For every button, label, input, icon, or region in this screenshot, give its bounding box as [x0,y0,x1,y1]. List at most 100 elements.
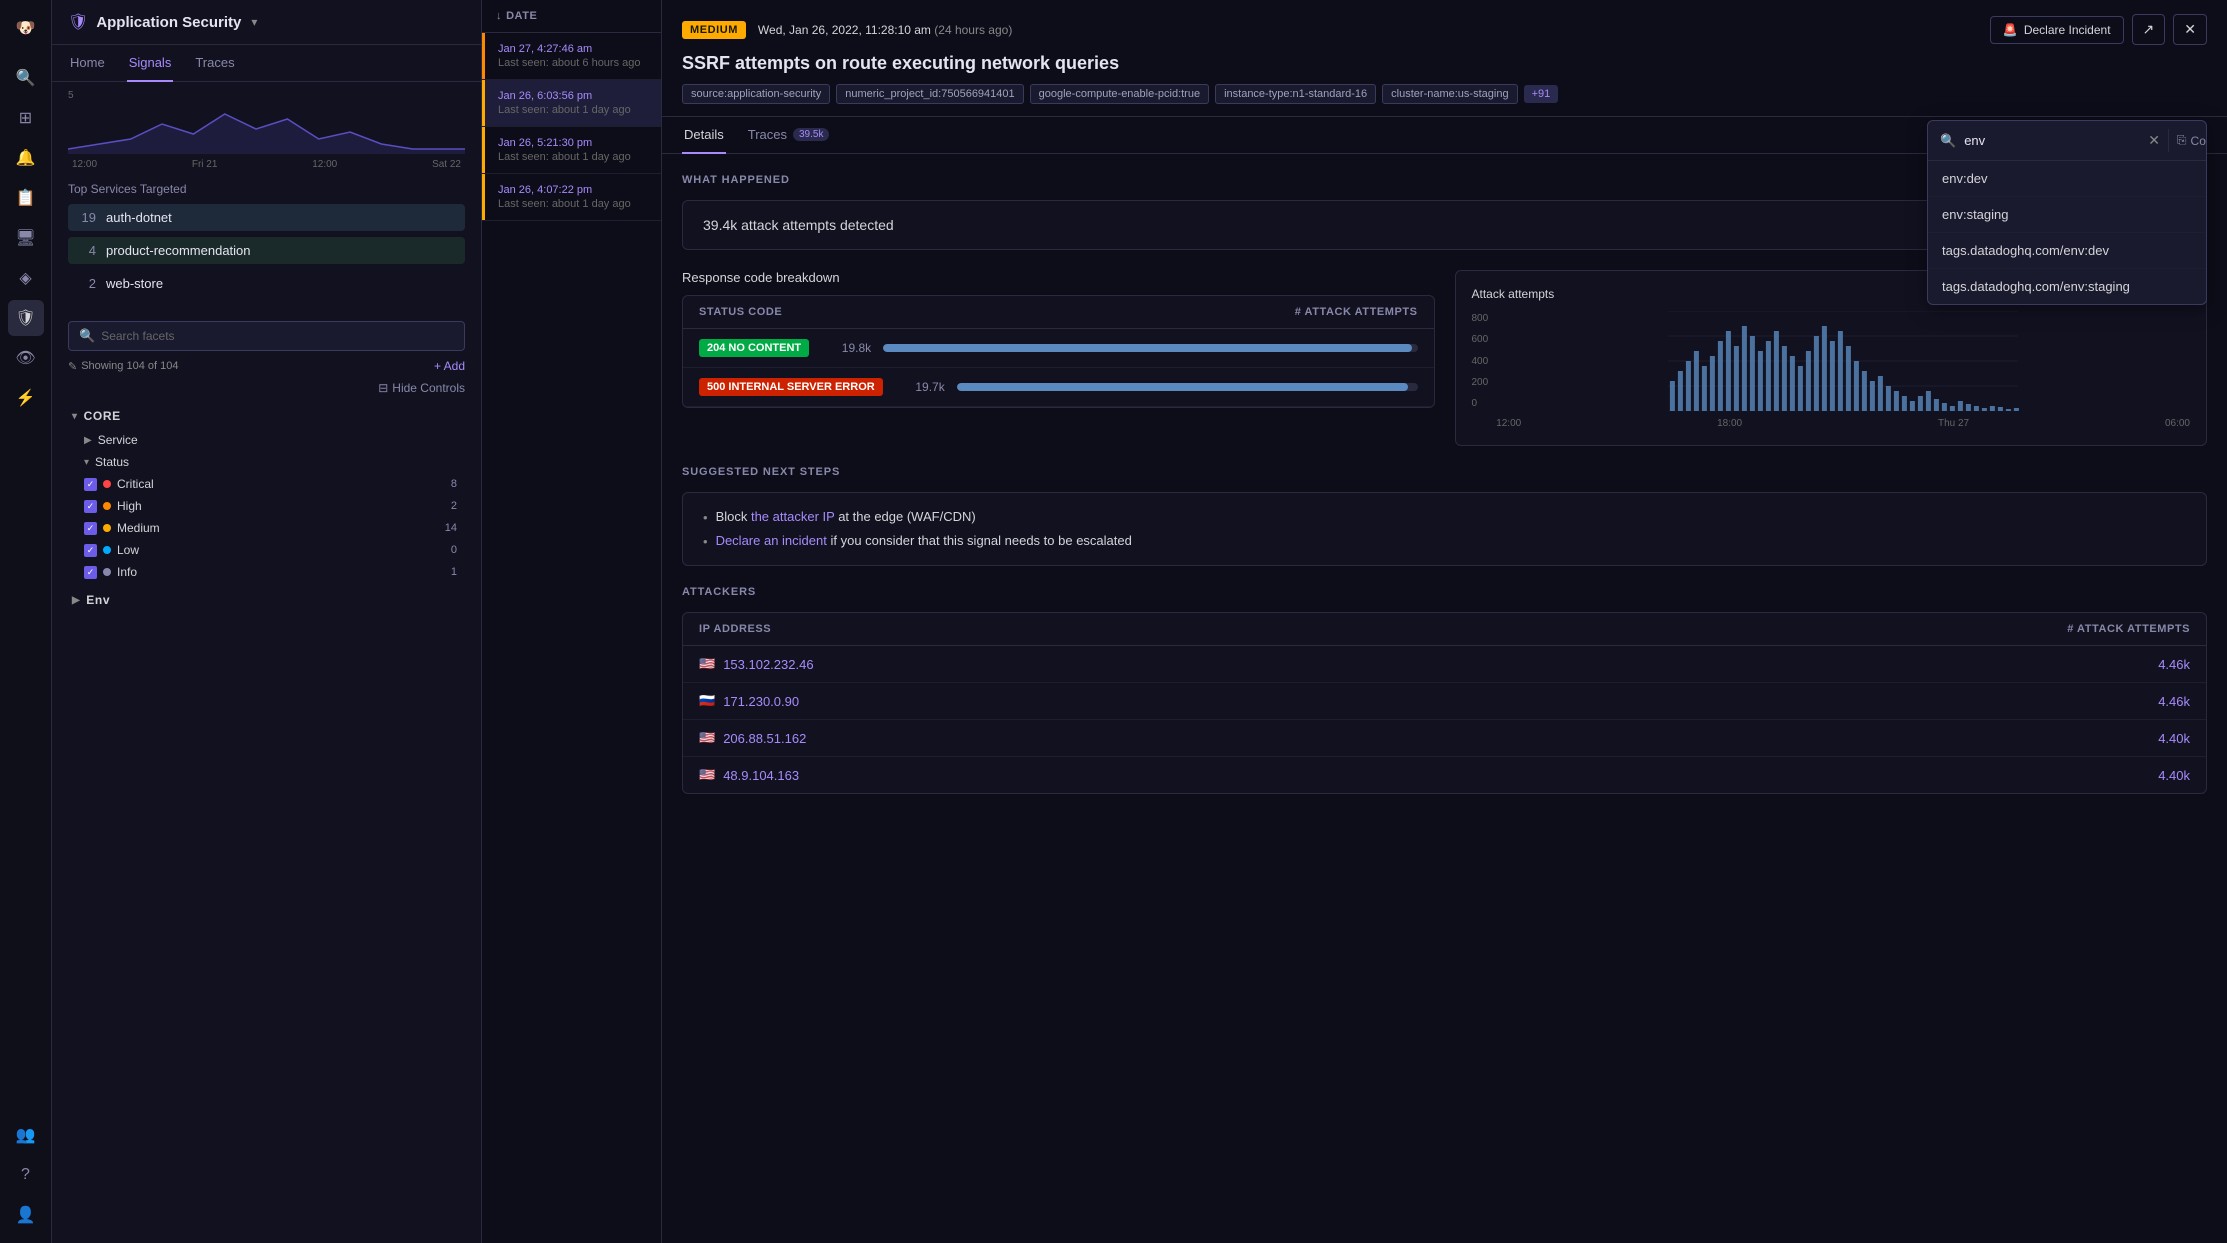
status-high-checkbox[interactable] [84,500,97,513]
signal-meta-1: Last seen: about 6 hours ago [498,57,645,69]
tags-row: source:application-security numeric_proj… [682,84,2207,104]
signal-item-3[interactable]: Jan 26, 5:21:30 pm Last seen: about 1 da… [482,127,661,174]
search-facets-input[interactable] [101,329,454,343]
apm-icon[interactable]: ◈ [8,260,44,296]
service-count-2: 4 [76,243,96,258]
declare-incident-link[interactable]: Declare an incident [716,533,827,548]
sort-icon[interactable]: ↓ [496,10,502,22]
logo-icon[interactable]: 🐶 [8,10,44,46]
autocomplete-clear-button[interactable]: ✕ [2148,132,2160,149]
declare-incident-button[interactable]: 🚨 Declare Incident [1990,16,2124,44]
attackers-header: IP ADDRESS # ATTACK ATTEMPTS [683,613,2206,646]
autocomplete-item-3[interactable]: tags.datadoghq.com/env:dev [1928,233,2206,269]
search-icon[interactable]: 🔍 [8,60,44,96]
attackers-title: ATTACKERS [682,586,2207,598]
tab-home[interactable]: Home [68,45,107,82]
dashboard-icon[interactable]: ⊞ [8,100,44,136]
autocomplete-item-2[interactable]: env:staging [1928,197,2206,233]
attack-count-500: 19.7k [895,380,945,394]
response-table-header: STATUS CODE # ATTACK ATTEMPTS [683,296,1434,329]
signal-item-1[interactable]: Jan 27, 4:27:46 am Last seen: about 6 ho… [482,33,661,80]
signal-item-2[interactable]: Jan 26, 6:03:56 pm Last seen: about 1 da… [482,80,661,127]
header-actions: 🚨 Declare Incident ↗ ✕ [1990,14,2207,45]
flag-4: 🇺🇸 [699,767,715,783]
help-icon[interactable]: ? [8,1157,44,1193]
facet-group-env: ▶ Env [68,587,465,613]
monitor-icon[interactable]: 🔔 [8,140,44,176]
autocomplete-item-1[interactable]: env:dev [1928,161,2206,197]
attacker-ip-4[interactable]: 48.9.104.163 [723,768,2158,783]
service-name-1: auth-dotnet [106,210,172,225]
service-row-3[interactable]: 2 web-store [68,270,465,297]
response-row-500: 500 INTERNAL SERVER ERROR 19.7k [683,368,1434,407]
status-critical-count: 8 [451,478,457,490]
signal-severity-bar-3 [482,127,485,173]
autocomplete-copy-button[interactable]: ⎘ Copy [2168,129,2207,152]
attacker-ip-1[interactable]: 153.102.232.46 [723,657,2158,672]
user-icon[interactable]: 👤 [8,1197,44,1233]
add-facet-button[interactable]: + Add [434,359,465,373]
facet-group-core-header[interactable]: ▾ CORE [68,403,465,429]
status-medium[interactable]: Medium 14 [76,517,465,539]
attacker-count-1: 4.46k [2158,657,2190,672]
security-icon[interactable]: 🛡 [8,300,44,336]
high-dot [103,502,111,510]
response-breakdown-title: Response code breakdown [682,270,1435,285]
hide-controls-button[interactable]: ⊟ Hide Controls [378,381,465,395]
integrations-icon[interactable]: ⚡ [8,380,44,416]
tag-project-id[interactable]: numeric_project_id:750566941401 [836,84,1023,104]
autocomplete-item-4[interactable]: tags.datadoghq.com/env:staging [1928,269,2206,304]
step-1: • Block the attacker IP at the edge (WAF… [703,509,2186,525]
status-low-checkbox[interactable] [84,544,97,557]
autocomplete-search-input[interactable] [1964,133,2140,148]
steps-box: • Block the attacker IP at the edge (WAF… [682,492,2207,566]
facet-status-header[interactable]: ▾ Status [68,451,465,473]
status-medium-checkbox[interactable] [84,522,97,535]
tag-instance-type[interactable]: instance-type:n1-standard-16 [1215,84,1376,104]
app-title: Application Security [96,14,241,31]
top-services-title: Top Services Targeted [68,182,465,196]
tag-more[interactable]: +91 [1524,85,1559,103]
suggested-steps-title: SUGGESTED NEXT STEPS [682,466,2207,478]
traces-badge: 39.5k [793,128,829,141]
tag-pcid[interactable]: google-compute-enable-pcid:true [1030,84,1209,104]
attack-chart-x-labels: 12:00 18:00 Thu 27 06:00 [1496,418,2190,429]
service-row-1[interactable]: 19 auth-dotnet [68,204,465,231]
attacker-ip-link[interactable]: the attacker IP [751,509,835,524]
status-info-checkbox[interactable] [84,566,97,579]
attacker-ip-3[interactable]: 206.88.51.162 [723,731,2158,746]
status-info[interactable]: Info 1 [76,561,465,583]
status-info-label: Info [117,565,445,579]
tag-cluster[interactable]: cluster-name:us-staging [1382,84,1517,104]
rum-icon[interactable]: 👁 [8,340,44,376]
notebook-icon[interactable]: 📋 [8,180,44,216]
signal-item-4[interactable]: Jan 26, 4:07:22 pm Last seen: about 1 da… [482,174,661,221]
facet-group-core: ▾ CORE ▶ Service ▾ Status Critical [68,403,465,583]
attacker-ip-2[interactable]: 171.230.0.90 [723,694,2158,709]
tab-signals[interactable]: Signals [127,45,174,82]
infrastructure-icon[interactable]: 🖥 [8,220,44,256]
col-attacks-header: # ATTACK ATTEMPTS [2067,623,2190,635]
service-row-2[interactable]: 4 product-recommendation [68,237,465,264]
close-button[interactable]: ✕ [2173,14,2207,45]
app-chevron-icon[interactable]: ▾ [251,15,257,29]
status-high[interactable]: High 2 [76,495,465,517]
status-critical-checkbox[interactable] [84,478,97,491]
col-attack-attempts: # ATTACK ATTEMPTS [1238,306,1418,318]
info-dot [103,568,111,576]
signals-chart: 5 12:00 Fri 21 12:00 Sat 22 [52,82,481,172]
facet-service-header[interactable]: ▶ Service [68,429,465,451]
share-button[interactable]: ↗ [2132,14,2166,45]
flag-1: 🇺🇸 [699,656,715,672]
tab-traces[interactable]: Traces 39.5k [746,117,832,154]
status-low[interactable]: Low 0 [76,539,465,561]
chevron-down-icon-status: ▾ [84,457,89,468]
signal-date-2: Jan 26, 6:03:56 pm [498,90,645,102]
status-critical[interactable]: Critical 8 [76,473,465,495]
attacker-count-4: 4.40k [2158,768,2190,783]
tab-traces[interactable]: Traces [193,45,236,82]
team-icon[interactable]: 👥 [8,1117,44,1153]
tag-source[interactable]: source:application-security [682,84,830,104]
facet-group-env-header[interactable]: ▶ Env [68,587,465,613]
tab-details[interactable]: Details [682,117,726,154]
